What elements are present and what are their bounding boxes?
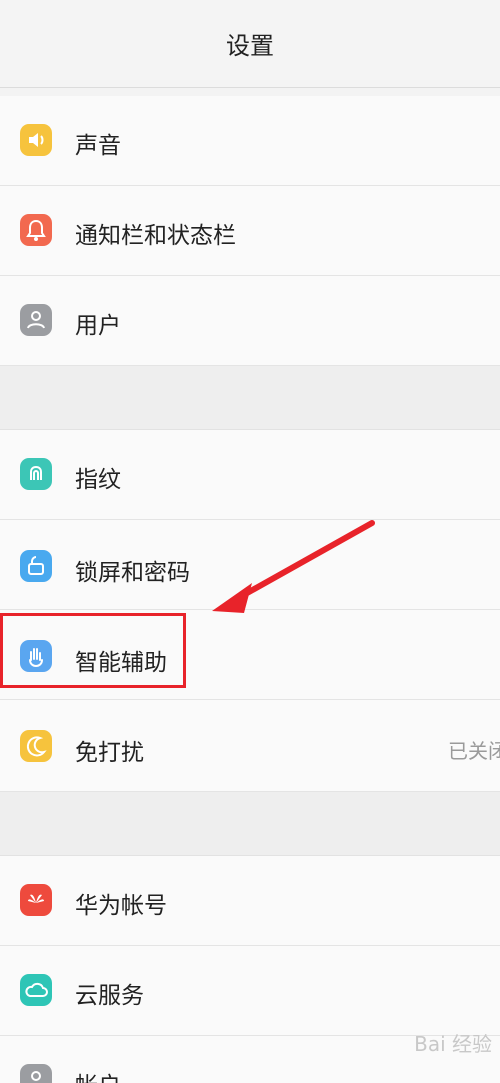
settings-row-label: 免打扰 — [75, 740, 144, 766]
section-divider — [0, 792, 500, 856]
fingerprint-icon — [20, 458, 52, 490]
lock-icon — [20, 550, 52, 582]
baidu-watermark: Bai 经验 — [414, 1032, 492, 1056]
settings-row-label: 指纹 — [75, 467, 121, 493]
settings-row-do-not-disturb[interactable]: 免打扰 已关闭 — [0, 700, 500, 792]
cloud-icon — [20, 974, 52, 1006]
settings-row-status: 已关闭 — [448, 739, 500, 763]
huawei-logo-icon — [20, 884, 52, 916]
settings-screen: 设置 声音 通知栏和状态栏 用户 指纹 锁屏和密码 智能辅助 免打扰 已关闭 华… — [0, 0, 500, 1083]
red-arrow-annotation — [212, 520, 375, 613]
section-divider — [0, 366, 500, 430]
moon-icon — [20, 730, 52, 762]
settings-row-cloud[interactable]: 云服务 — [0, 946, 500, 1036]
settings-row-huawei-account[interactable]: 华为帐号 — [0, 856, 500, 946]
settings-row-label: 云服务 — [75, 983, 144, 1009]
settings-row-fingerprint[interactable]: 指纹 — [0, 430, 500, 520]
speaker-icon — [20, 124, 52, 156]
bell-icon — [20, 214, 52, 246]
settings-row-label: 用户 — [75, 313, 121, 339]
settings-row-label: 华为帐号 — [75, 893, 167, 919]
settings-row-sound[interactable]: 声音 — [0, 96, 500, 186]
settings-row-label: 帐户 — [75, 1066, 121, 1083]
highlight-box — [0, 613, 186, 688]
settings-row-label: 声音 — [75, 133, 121, 159]
settings-row-label: 通知栏和状态栏 — [75, 223, 236, 249]
settings-row-notifications[interactable]: 通知栏和状态栏 — [0, 186, 500, 276]
page-title: 设置 — [226, 32, 274, 60]
user-icon — [20, 304, 52, 336]
settings-row-users[interactable]: 用户 — [0, 276, 500, 366]
settings-row-label: 锁屏和密码 — [75, 560, 190, 586]
account-icon — [20, 1064, 52, 1083]
app-header: 设置 — [0, 0, 500, 88]
